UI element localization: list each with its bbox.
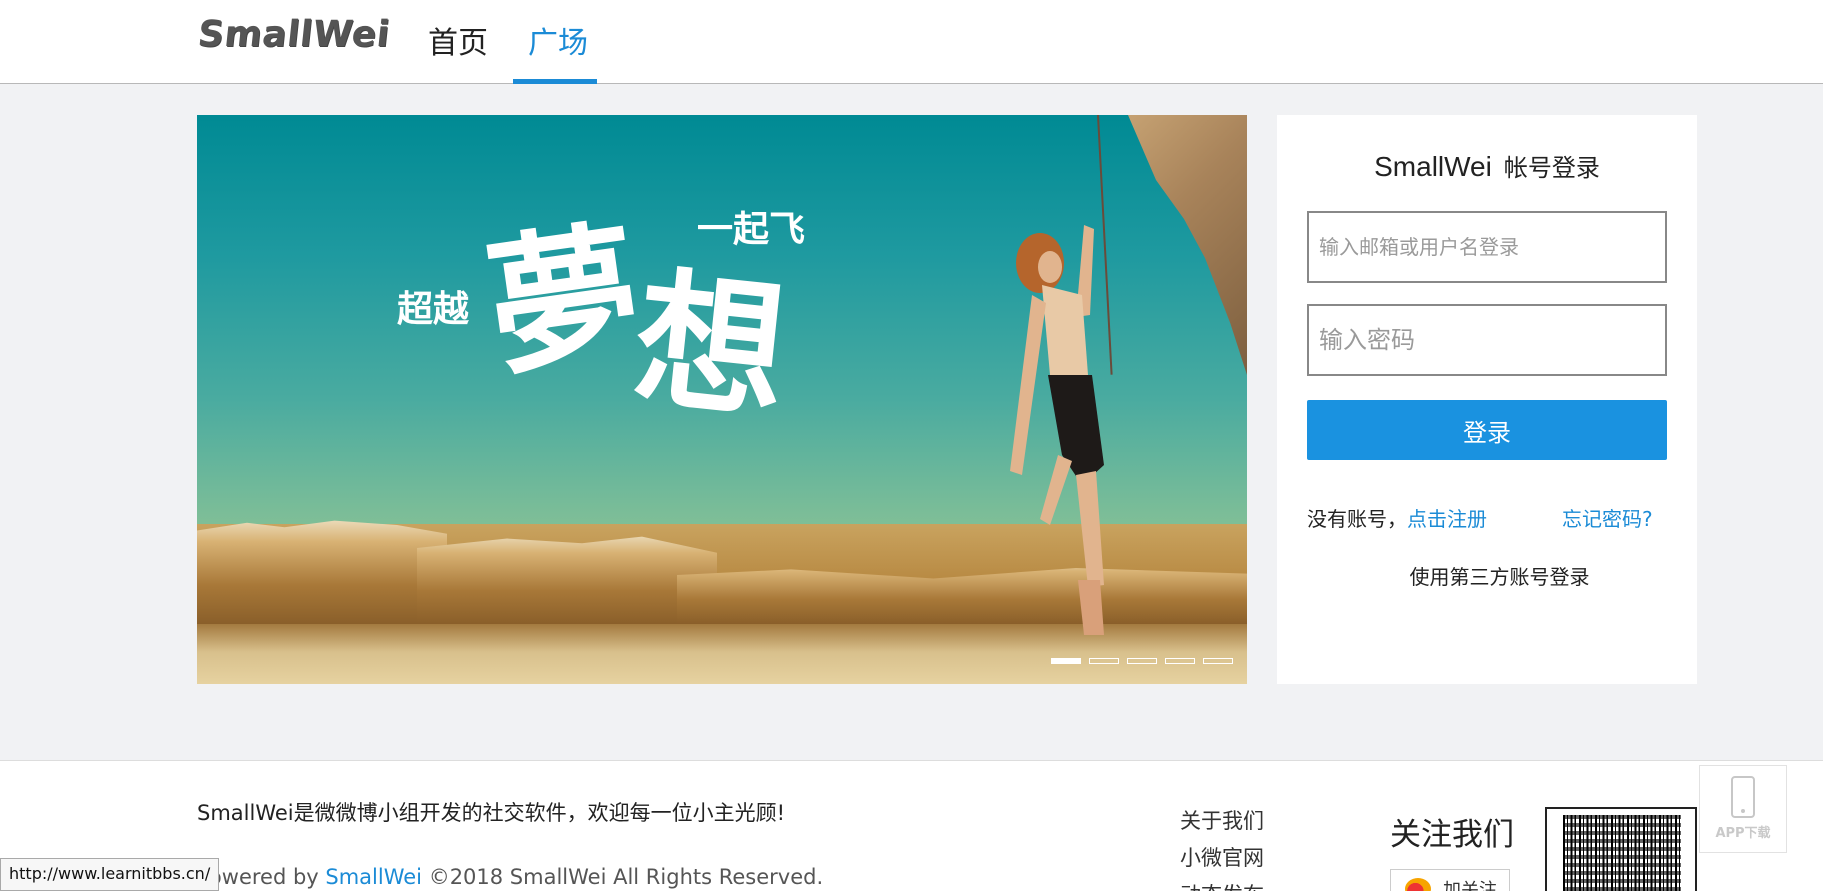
register-link[interactable]: 点击注册 — [1407, 507, 1487, 531]
follow-us-title: 关注我们 — [1390, 817, 1514, 853]
nav-square[interactable]: 广场 — [528, 18, 588, 84]
banner-slogan-right: 一起飞 — [697, 208, 806, 250]
follow-button[interactable]: 加关注 — [1390, 869, 1510, 891]
username-input[interactable] — [1307, 211, 1667, 283]
banner-cliff — [1128, 115, 1247, 375]
carousel-dot[interactable] — [1203, 658, 1233, 664]
qr-code-pattern — [1563, 815, 1681, 891]
app-download-label: APP下载 — [1715, 826, 1771, 841]
banner-slogan-dream: 夢 — [477, 203, 651, 399]
forgot-password-link[interactable]: 忘记密码? — [1562, 503, 1653, 532]
footer-description: SmallWei是微微博小组开发的社交软件，欢迎每一位小主光顾! — [197, 801, 786, 825]
banner-mesa — [417, 536, 717, 624]
nav-home[interactable]: 首页 — [428, 18, 488, 84]
banner-slogan-left: 超越 — [397, 288, 470, 330]
nav-active-indicator — [513, 79, 597, 84]
phone-icon — [1731, 776, 1755, 818]
carousel-dot[interactable] — [1127, 658, 1157, 664]
site-logo[interactable]: SmallWei — [196, 14, 392, 55]
copyright-suffix: ©2018 SmallWei All Rights Reserved. — [422, 865, 824, 889]
top-header: SmallWei 首页 广场 — [0, 0, 1823, 84]
no-account-label: 没有账号， — [1307, 507, 1407, 531]
copyright-brand-link[interactable]: SmallWei — [325, 865, 422, 889]
footer-copyright: Powered by SmallWei ©2018 SmallWei All R… — [197, 865, 823, 889]
login-title: SmallWei 帐号登录 — [1277, 148, 1697, 183]
banner-mesa — [197, 520, 447, 624]
carousel-dot[interactable] — [1089, 658, 1119, 664]
no-account-text: 没有账号，点击注册 — [1307, 503, 1487, 532]
third-party-login-text[interactable]: 使用第三方账号登录 — [1277, 561, 1722, 590]
qr-code — [1545, 807, 1697, 891]
app-download-button[interactable]: APP下载 — [1699, 765, 1787, 853]
carousel-dot[interactable] — [1051, 658, 1081, 664]
login-brand: SmallWei — [1374, 151, 1492, 182]
footer: SmallWei是微微博小组开发的社交软件，欢迎每一位小主光顾! Powered… — [0, 760, 1823, 891]
status-bar-url: http://www.learnitbbs.cn/ — [0, 858, 220, 891]
login-button[interactable]: 登录 — [1307, 400, 1667, 460]
footer-link-official[interactable]: 小微官网 — [1180, 840, 1264, 877]
footer-link-about[interactable]: 关于我们 — [1180, 803, 1264, 840]
login-subtitle: 帐号登录 — [1503, 154, 1600, 182]
password-input[interactable] — [1307, 304, 1667, 376]
footer-links: 关于我们 小微官网 动态发布 — [1180, 803, 1264, 891]
login-panel: SmallWei帐号登录 登录 没有账号，点击注册 忘记密码? 使用第三方账号登… — [1277, 115, 1697, 684]
banner-slogan-think: 想 — [626, 250, 795, 442]
climber-figure — [1010, 225, 1104, 635]
footer-link-publish[interactable]: 动态发布 — [1180, 877, 1264, 891]
banner-carousel[interactable]: 超越 夢 想 一起飞 — [197, 115, 1247, 684]
carousel-dot[interactable] — [1165, 658, 1195, 664]
carousel-indicators — [1051, 658, 1233, 664]
weibo-icon — [1405, 878, 1431, 891]
follow-button-label: 加关注 — [1443, 880, 1497, 891]
